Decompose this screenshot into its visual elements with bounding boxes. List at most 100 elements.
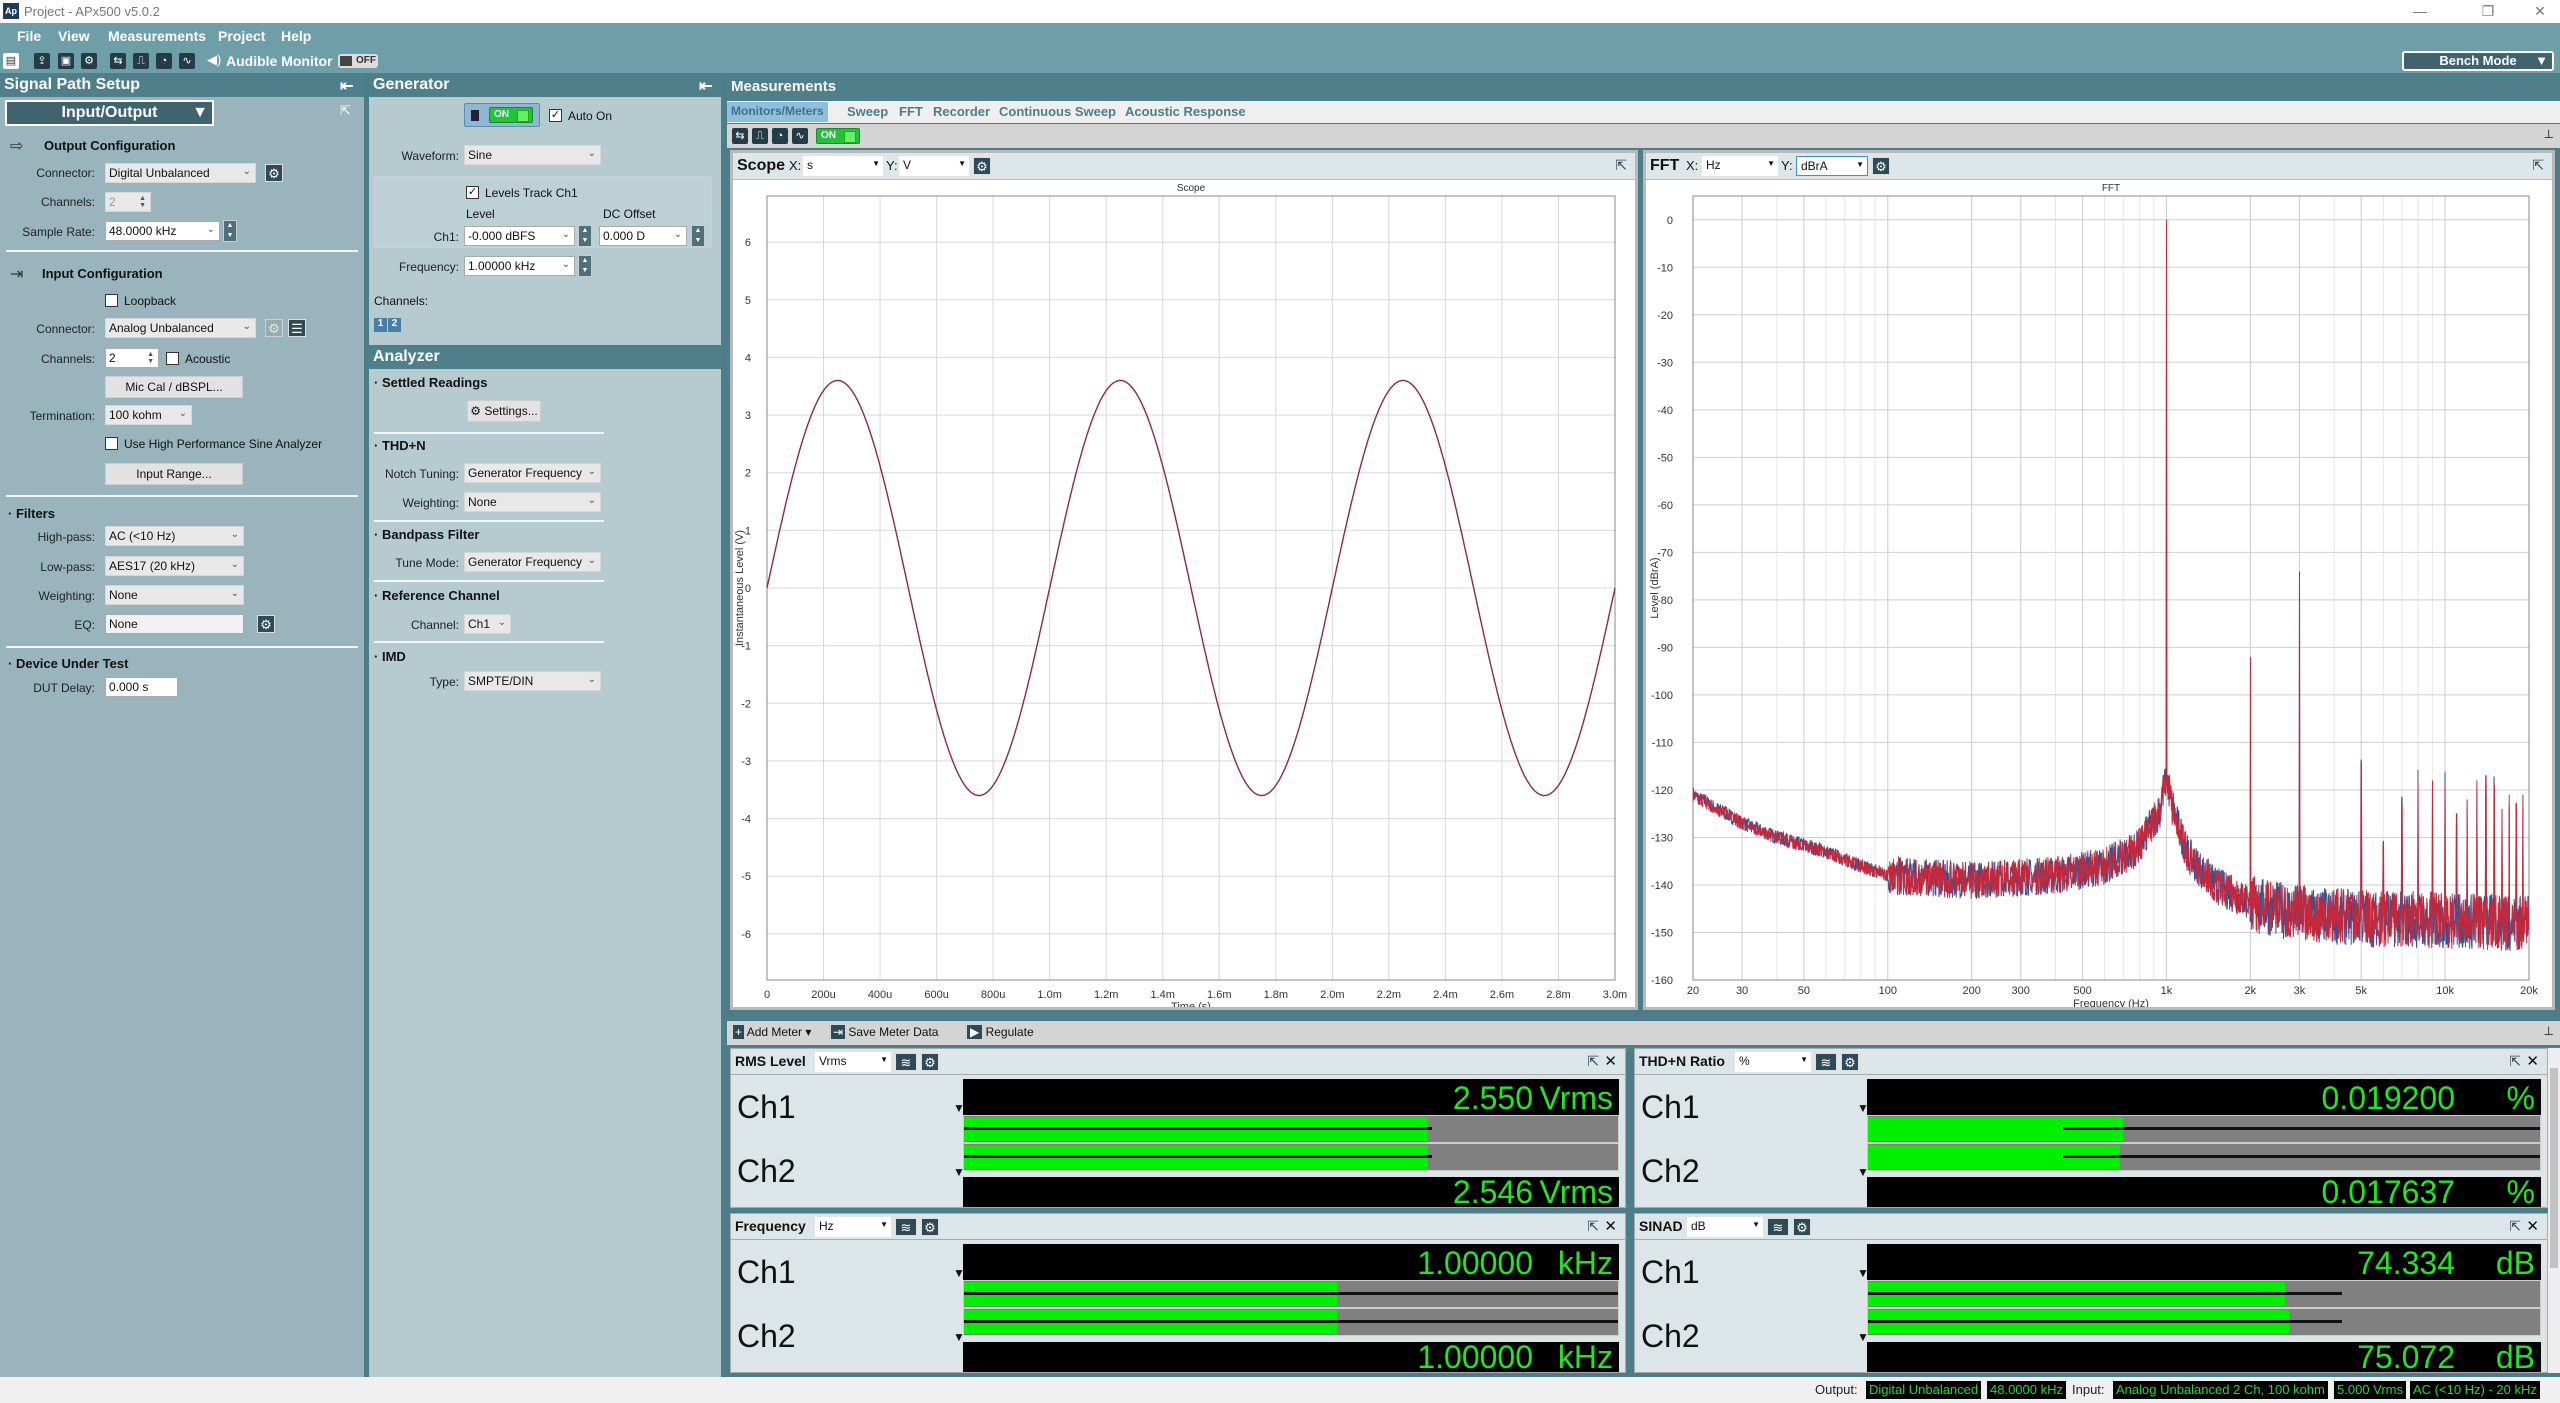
scope-y-unit-select[interactable]: V ▼	[899, 156, 969, 176]
popout-icon[interactable]: ⇱	[2532, 157, 2544, 174]
lowpass-select[interactable]: AES17 (20 kHz) ⌄	[105, 556, 244, 576]
monitor-on-toggle[interactable]: ON	[816, 128, 860, 144]
meters-scrollbar[interactable]	[2548, 1048, 2560, 1373]
routing-icon[interactable]: ⇆	[732, 128, 748, 144]
close-icon[interactable]: ✕	[1604, 1052, 1617, 1070]
view-select[interactable]: Input/Output ▼	[5, 100, 214, 126]
pin-icon[interactable]: ⊥	[2544, 127, 2554, 141]
meter-graph-icon[interactable]: ≋	[895, 1218, 917, 1236]
tab-recorder[interactable]: Recorder	[933, 104, 990, 119]
close-icon[interactable]: ✕	[1604, 1217, 1617, 1235]
scrollbar-thumb[interactable]	[2550, 1068, 2558, 1268]
routing-icon[interactable]: ⇆	[110, 53, 126, 69]
settings-button[interactable]: ⚙ Settings...	[467, 400, 541, 422]
output-connector-select[interactable]: Digital Unbalanced ⌄	[105, 163, 256, 183]
input-connector-select[interactable]: Analog Unbalanced ⌄	[105, 318, 256, 338]
menu-view[interactable]: View	[58, 28, 90, 44]
restore-button[interactable]: ❐	[2468, 2, 2508, 20]
wave-add-icon[interactable]: ∿	[792, 128, 808, 144]
meter-unit-select[interactable]: Vrms ▼	[815, 1052, 891, 1072]
scope-x-unit-select[interactable]: s ▼	[803, 156, 883, 176]
level-spinner[interactable]: ▲ ▼	[578, 225, 592, 247]
clock-icon[interactable]: ◔	[156, 53, 172, 69]
popout-icon[interactable]: ⇱	[1615, 157, 1627, 174]
open-icon[interactable]: ⇪	[34, 53, 50, 69]
pin-icon[interactable]: ⇤	[340, 76, 353, 96]
tune-mode-select[interactable]: Generator Frequency ⌄	[464, 552, 601, 572]
generator-on-button[interactable]: ON	[464, 103, 540, 127]
auto-on-checkbox[interactable]: ✓	[549, 109, 562, 122]
details-icon[interactable]: ☰	[288, 319, 306, 337]
sample-rate-select[interactable]: 48.0000 kHz ⌄	[105, 221, 220, 241]
channel-2-button[interactable]: 2	[388, 318, 401, 332]
notch-tuning-select[interactable]: Generator Frequency ⌄	[464, 463, 601, 483]
close-icon[interactable]: ✕	[2526, 1217, 2539, 1235]
menu-project[interactable]: Project	[218, 28, 265, 44]
imd-type-select[interactable]: SMPTE/DIN ⌄	[464, 671, 601, 691]
fft-x-unit-select[interactable]: Hz ▼	[1702, 156, 1778, 176]
meter-unit-select[interactable]: % ▼	[1735, 1052, 1811, 1072]
tab-monitors-meters[interactable]: Monitors/Meters	[727, 102, 828, 122]
pin-icon[interactable]: ⊥	[2544, 1024, 2554, 1038]
output-channels-stepper[interactable]: 2 ▲ ▼	[105, 192, 151, 212]
tab-acoustic-response[interactable]: Acoustic Response	[1125, 104, 1246, 119]
popout-icon[interactable]: ⇱	[2509, 1053, 2521, 1070]
termination-select[interactable]: 100 kohm ⌄	[105, 405, 192, 425]
mode-select[interactable]: Bench Mode ▼	[2402, 51, 2554, 71]
gear-icon[interactable]: ⚙	[1872, 157, 1890, 175]
signal-icon[interactable]: ⎍	[752, 128, 768, 144]
meter-graph-icon[interactable]: ≋	[895, 1053, 917, 1071]
gear-icon[interactable]: ⚙	[265, 164, 283, 182]
dc-offset-select[interactable]: 0.000 D ⌄	[599, 226, 687, 246]
weighting-select[interactable]: None ⌄	[105, 585, 244, 605]
audible-monitor-toggle[interactable]: OFF	[338, 54, 378, 68]
add-meter-button[interactable]: + Add Meter ▾	[733, 1025, 811, 1039]
gear-icon[interactable]: ⚙	[921, 1053, 939, 1071]
wave-add-icon[interactable]: ∿	[179, 53, 195, 69]
menu-file[interactable]: File	[17, 28, 41, 44]
menu-measurements[interactable]: Measurements	[108, 28, 206, 44]
popout-icon[interactable]: ⇱	[1587, 1218, 1599, 1235]
close-icon[interactable]: ✕	[2526, 1052, 2539, 1070]
meter-graph-icon[interactable]: ≋	[1767, 1218, 1789, 1236]
highpass-select[interactable]: AC (<10 Hz) ⌄	[105, 526, 244, 546]
frequency-spinner[interactable]: ▲ ▼	[578, 255, 592, 277]
regulate-button[interactable]: ▶ Regulate	[967, 1025, 1034, 1039]
frequency-select[interactable]: 1.00000 kHz ⌄	[464, 256, 575, 276]
fft-y-unit-select[interactable]: dBrA ▼	[1796, 156, 1868, 176]
dc-offset-spinner[interactable]: ▲ ▼	[691, 225, 705, 247]
signal-icon[interactable]: ⎍	[133, 53, 149, 69]
popout-icon[interactable]: ⇱	[2509, 1218, 2521, 1235]
popout-icon[interactable]: ⇱	[340, 103, 351, 119]
gear-icon[interactable]: ⚙	[1793, 1218, 1811, 1236]
tab-fft[interactable]: FFT	[899, 104, 923, 119]
gear-icon[interactable]: ⚙	[973, 157, 991, 175]
gear-icon[interactable]: ⚙	[257, 615, 275, 633]
acoustic-checkbox[interactable]	[166, 352, 179, 365]
popout-icon[interactable]: ⇱	[1587, 1053, 1599, 1070]
input-channels-stepper[interactable]: 2 ▲ ▼	[105, 348, 159, 368]
loopback-checkbox[interactable]	[105, 294, 118, 307]
reference-channel-select[interactable]: Ch1 ⌄	[464, 614, 511, 634]
gear-icon[interactable]: ⚙	[921, 1218, 939, 1236]
tab-sweep[interactable]: Sweep	[847, 104, 888, 119]
new-file-icon[interactable]: ▤	[3, 53, 19, 69]
gear-icon[interactable]: ⚙	[1841, 1053, 1859, 1071]
tab-continuous-sweep[interactable]: Continuous Sweep	[999, 104, 1116, 119]
meter-unit-select[interactable]: Hz ▼	[815, 1217, 891, 1237]
meter-graph-icon[interactable]: ≋	[1815, 1053, 1837, 1071]
save-icon[interactable]: ▣	[58, 53, 74, 69]
pin-icon[interactable]: ⇤	[699, 76, 712, 96]
sample-rate-spinner[interactable]: ▲ ▼	[223, 220, 237, 242]
eq-field[interactable]: None	[105, 614, 244, 634]
settings-icon[interactable]: ⚙	[81, 53, 97, 69]
input-range-button[interactable]: Input Range...	[105, 463, 243, 485]
close-button[interactable]: ✕	[2520, 2, 2560, 20]
channel-1-button[interactable]: 1	[374, 318, 387, 332]
gear-icon[interactable]: ⚙	[265, 319, 283, 337]
clock-icon[interactable]: ◔	[772, 128, 788, 144]
minimize-button[interactable]: —	[2400, 2, 2440, 20]
hp-sine-checkbox[interactable]	[105, 437, 118, 450]
levels-track-checkbox[interactable]: ✓	[466, 186, 479, 199]
analyzer-weighting-select[interactable]: None ⌄	[464, 492, 601, 512]
